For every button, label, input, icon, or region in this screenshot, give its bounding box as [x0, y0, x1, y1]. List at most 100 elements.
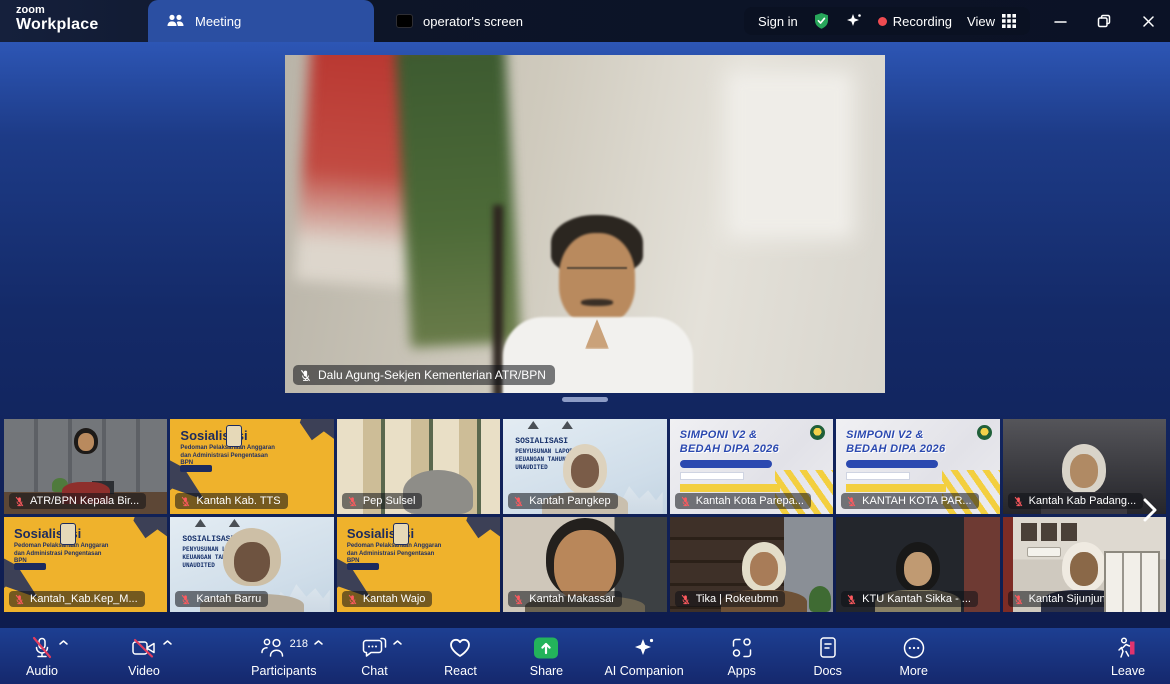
wall-frames — [1021, 523, 1077, 541]
video-label: Video — [128, 664, 160, 678]
audio-label: Audio — [26, 664, 58, 678]
participant-nametag: Kantah Wajo — [342, 591, 433, 607]
ministry-logo-icon — [810, 425, 825, 440]
ai-companion-sparkle-icon — [632, 636, 656, 660]
slide-yellow-bar — [680, 484, 780, 492]
slide-date-pill — [14, 563, 46, 570]
participant-name: Kantah Kab Padang... — [1029, 495, 1137, 507]
participant-tile[interactable]: SIMPONI V2 & BEDAH DIPA 2026 Kantah Kota… — [670, 419, 833, 514]
participant-nametag: Kantah Kab Padang... — [1008, 493, 1144, 509]
muted-mic-icon — [299, 369, 312, 382]
participants-options-chevron[interactable] — [313, 639, 324, 646]
zoom-window: zoom Workplace Meeting operator's screen… — [0, 0, 1170, 684]
participant-name: KANTAH KOTA PAR... — [862, 495, 971, 507]
tab-operator-label: operator's screen — [423, 14, 523, 29]
more-button[interactable]: More — [886, 628, 942, 684]
sign-in-button[interactable]: Sign in — [758, 14, 798, 29]
audio-options-chevron[interactable] — [58, 639, 69, 646]
tab-meeting-label: Meeting — [195, 14, 241, 29]
chevron-right-icon — [1142, 497, 1158, 523]
participant-tile[interactable]: SIMPONI V2 & BEDAH DIPA 2026 KANTAH KOTA… — [836, 419, 999, 514]
apps-button[interactable]: Apps — [714, 628, 770, 684]
tab-operator-screen[interactable]: operator's screen — [380, 0, 580, 42]
muted-mic-icon — [680, 496, 691, 507]
participant-name: Pep Sulsel — [363, 495, 416, 507]
wall-frame — [735, 80, 845, 230]
audio-button[interactable]: Audio — [14, 628, 70, 684]
apps-label: Apps — [727, 664, 756, 678]
close-button[interactable] — [1126, 0, 1170, 42]
slide-blue-pill — [680, 460, 772, 468]
brand-workplace: Workplace — [16, 17, 98, 34]
video-button[interactable]: Video — [116, 628, 172, 684]
share-label: Share — [530, 664, 563, 678]
participant-tile[interactable]: KTU Kantah Sikka - ... — [836, 517, 999, 612]
share-screen-icon — [532, 636, 560, 660]
muted-mic-icon — [180, 594, 191, 605]
participant-tile[interactable]: Tika | Rokeubmn — [670, 517, 833, 612]
leave-label: Leave — [1111, 664, 1145, 678]
participant-tile[interactable]: Kantah Sijunjung — [1003, 517, 1166, 612]
participant-name: Kantah Wajo — [363, 593, 426, 605]
participant-name: Kantah Pangkep — [529, 495, 610, 507]
titlebar: zoom Workplace Meeting operator's screen… — [0, 0, 1170, 42]
speaker-mustache — [581, 299, 613, 306]
participant-tile[interactable]: SOSIALISASI PENYUSUNAN LAPORAN KEUANGAN … — [170, 517, 333, 612]
recording-label: Recording — [893, 14, 952, 29]
view-button[interactable]: View — [967, 14, 1016, 29]
participant-nametag: KTU Kantah Sikka - ... — [841, 591, 978, 607]
meeting-stage: Dalu Agung-Sekjen Kementerian ATR/BPN AT… — [0, 42, 1170, 628]
ai-companion-sparkle-icon[interactable] — [845, 12, 863, 30]
participant-nametag: Kantah Barru — [175, 591, 268, 607]
mic-muted-icon — [31, 636, 53, 660]
video-options-chevron[interactable] — [162, 639, 173, 646]
slide-yellow-bar — [846, 484, 946, 492]
participant-nametag: KANTAH KOTA PAR... — [841, 493, 978, 509]
muted-mic-icon — [1013, 496, 1024, 507]
participant-tile[interactable]: Sosialisasi Pedoman Pelaksanaan Anggaran… — [4, 517, 167, 612]
muted-mic-icon — [347, 496, 358, 507]
view-label: View — [967, 14, 995, 29]
chat-icon — [362, 637, 387, 660]
participants-label: Participants — [251, 664, 316, 678]
slide-blue-pill — [846, 460, 938, 468]
encryption-shield-icon[interactable] — [813, 12, 830, 30]
minimize-button[interactable] — [1038, 0, 1082, 42]
participant-nametag: ATR/BPN Kepala Bir... — [9, 493, 146, 509]
share-button[interactable]: Share — [518, 628, 574, 684]
participant-tile[interactable]: Pep Sulsel — [337, 419, 500, 514]
participant-tile[interactable]: ATR/BPN Kepala Bir... — [4, 419, 167, 514]
ai-companion-button[interactable]: AI Companion — [604, 628, 683, 684]
slide-title-line1: SIMPONI V2 & — [680, 429, 758, 441]
participant-name: Kantah Kab. TTS — [196, 495, 280, 507]
chat-button[interactable]: Chat — [346, 628, 402, 684]
leave-button[interactable]: Leave — [1100, 628, 1156, 684]
muted-mic-icon — [846, 496, 857, 507]
participant-tile[interactable]: Sosialisasi Pedoman Pelaksanaan Anggaran… — [337, 517, 500, 612]
more-label: More — [899, 664, 927, 678]
participant-tile[interactable]: Sosialisasi Pedoman Pelaksanaan Anggaran… — [170, 419, 333, 514]
chat-label: Chat — [361, 664, 387, 678]
muted-mic-icon — [14, 594, 25, 605]
tab-meeting[interactable]: Meeting — [148, 0, 374, 42]
participant-nametag: Kantah Kab. TTS — [175, 493, 287, 509]
muted-mic-icon — [14, 496, 25, 507]
muted-mic-icon — [513, 496, 524, 507]
recording-indicator: Recording — [878, 14, 952, 29]
slide-date-pill — [180, 465, 212, 472]
docs-button[interactable]: Docs — [800, 628, 856, 684]
participant-name: Kantah Kota Parepa... — [696, 495, 804, 507]
restore-button[interactable] — [1082, 0, 1126, 42]
active-speaker-video[interactable]: Dalu Agung-Sekjen Kementerian ATR/BPN — [285, 55, 885, 393]
react-button[interactable]: React — [432, 628, 488, 684]
participant-nametag: Kantah Sijunjung — [1008, 591, 1119, 607]
brand-zoom: zoom — [16, 5, 98, 17]
gallery-next-page-button[interactable] — [1136, 493, 1164, 527]
participant-tile[interactable]: SOSIALISASI PENYUSUNAN LAPORAN KEUANGAN … — [503, 419, 666, 514]
participants-button[interactable]: 218 Participants — [251, 628, 316, 684]
gallery-drag-handle[interactable] — [562, 397, 608, 402]
muted-mic-icon — [846, 594, 857, 605]
participant-tile[interactable]: Kantah Makassar — [503, 517, 666, 612]
muted-mic-icon — [347, 594, 358, 605]
chat-options-chevron[interactable] — [392, 639, 403, 646]
